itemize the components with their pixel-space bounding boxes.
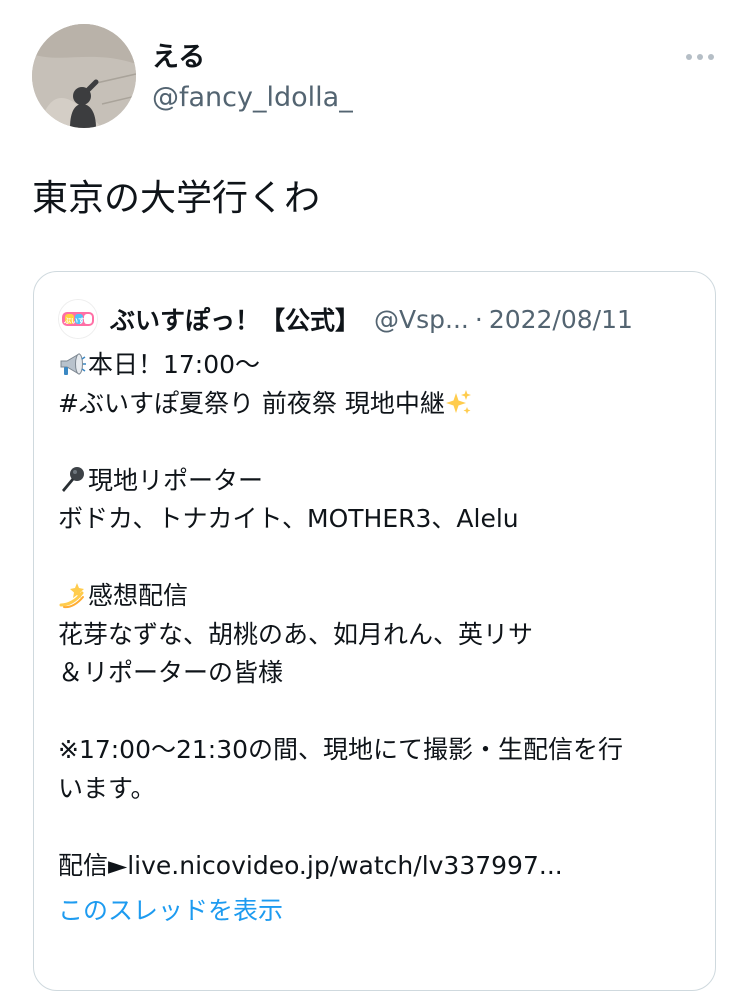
header-separator: · — [474, 304, 483, 334]
body-line-7: 感想配信 — [58, 577, 698, 616]
profile-photo-icon — [32, 24, 136, 128]
author-avatar[interactable] — [32, 24, 136, 128]
body-text: 現地リポーター — [88, 465, 264, 495]
body-text: 本日！17:00～ — [88, 350, 261, 379]
dizzy-star-icon — [59, 583, 84, 609]
body-line-12: います。 — [58, 773, 156, 803]
sparkles-icon — [445, 389, 471, 414]
body-line-8: 花芽なずな、胡桃のあ、如月れん、英リサ — [58, 619, 534, 649]
body-line-14: 配信►live.nicovideo.jp/watch/lv337997... — [58, 847, 698, 886]
body-line-2: #ぶいすぽ夏祭り 前夜祭 現地中継 — [58, 385, 698, 424]
quoted-tweet-card[interactable]: ぶいすぽ ぶいすぽっ！【公式】 @Vsp... · 2022/08/11 本日！… — [33, 271, 716, 991]
quoted-author-handle[interactable]: @Vsp... — [374, 305, 469, 334]
body-line-4: 現地リポーター — [58, 462, 698, 501]
show-thread-link[interactable]: このスレッドを表示 — [58, 892, 283, 930]
body-text: 感想配信 — [88, 581, 189, 610]
quoted-tweet-date[interactable]: 2022/08/11 — [489, 305, 633, 334]
quoted-tweet-body: 本日！17:00～ #ぶいすぽ夏祭り 前夜祭 現地中継 現地リポーター ボドカ、… — [58, 346, 698, 885]
body-line-9: ＆リポーターの皆様 — [58, 658, 284, 687]
quoted-author-avatar[interactable]: ぶいすぽ — [58, 299, 98, 339]
stream-link[interactable]: live.nicovideo.jp/watch/lv337997... — [127, 851, 562, 880]
stream-prefix-text: 配信► — [58, 850, 128, 880]
megaphone-icon — [60, 353, 86, 375]
author-display-name[interactable]: える — [152, 40, 205, 76]
body-line-1: 本日！17:00～ — [58, 346, 698, 385]
microphone-icon — [62, 466, 84, 492]
tweet-text: 東京の大学行くわ — [32, 178, 321, 219]
more-dot-icon — [697, 54, 703, 60]
author-handle[interactable]: @fancy_ldolla_ — [152, 80, 353, 116]
quoted-author-display-name[interactable]: ぶいすぽっ！【公式】 — [110, 301, 360, 337]
quoted-tweet-header: ぶいすぽ ぶいすぽっ！【公式】 @Vsp... · 2022/08/11 — [58, 299, 633, 339]
vspo-logo-icon: ぶいすぽ — [59, 300, 97, 338]
more-options-button[interactable] — [680, 42, 720, 72]
body-line-11: ※17:00～21:30の間、現地にて撮影・生配信を行 — [58, 735, 624, 764]
vspo-logo-text: ぶいすぽ — [63, 316, 93, 325]
more-dot-icon — [708, 54, 714, 60]
more-dot-icon — [686, 54, 692, 60]
hashtag-line-text: #ぶいすぽ夏祭り 前夜祭 現地中継 — [58, 388, 445, 418]
body-line-5: ボドカ、トナカイト、MOTHER3、Alelu — [58, 504, 519, 533]
